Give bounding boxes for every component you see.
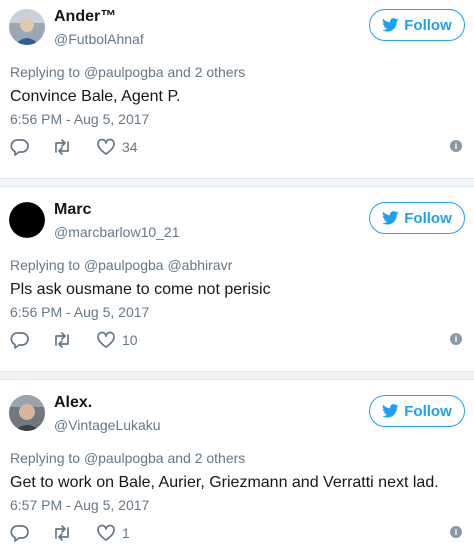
retweet-button[interactable] [52, 331, 72, 349]
twitter-bird-icon [382, 18, 399, 32]
reply-context: Replying to @paulpogba and 2 others [10, 450, 245, 466]
retweet-icon [55, 332, 69, 348]
reply-button[interactable] [10, 331, 30, 349]
avatar[interactable] [9, 202, 45, 238]
like-count: 10 [122, 332, 138, 348]
info-icon[interactable]: i [450, 526, 462, 538]
avatar[interactable] [9, 9, 45, 45]
follow-button[interactable]: Follow [369, 202, 465, 234]
heart-icon [97, 138, 115, 155]
info-icon[interactable]: i [450, 333, 462, 345]
retweet-button[interactable] [52, 138, 72, 156]
tweet-text: Convince Bale, Agent P. [10, 88, 181, 105]
divider [0, 371, 474, 380]
like-button[interactable]: 1 [96, 524, 130, 542]
twitter-bird-icon [382, 211, 399, 225]
reply-icon [10, 139, 29, 156]
reply-prefix: Replying to [10, 450, 81, 466]
tweet-actions: 34 i [10, 138, 470, 160]
reply-mention-link[interactable]: @paulpogba [84, 450, 164, 466]
reply-button[interactable] [10, 524, 30, 542]
avatar-black-icon [9, 202, 45, 238]
like-button[interactable]: 34 [96, 138, 138, 156]
like-button[interactable]: 10 [96, 331, 138, 349]
reply-prefix: Replying to [10, 64, 81, 80]
user-handle[interactable]: @VintageLukaku [54, 417, 161, 433]
reply-others-link[interactable]: and 2 others [167, 64, 245, 80]
reply-context: Replying to @paulpogba @abhiravr [10, 257, 232, 273]
tweet-timestamp[interactable]: 6:56 PM - Aug 5, 2017 [10, 304, 149, 320]
reply-mention-link-2[interactable]: @abhiravr [167, 257, 232, 273]
tweet-text: Pls ask ousmane to come not perisic [10, 281, 271, 298]
follow-button[interactable]: Follow [369, 9, 465, 41]
info-icon[interactable]: i [450, 140, 462, 152]
follow-label: Follow [404, 209, 452, 227]
follow-button[interactable]: Follow [369, 395, 465, 427]
tweet-actions: 10 i [10, 331, 470, 353]
reply-mention-link[interactable]: @paulpogba [84, 257, 164, 273]
reply-context: Replying to @paulpogba and 2 others [10, 64, 245, 80]
tweet-actions: 1 i [10, 524, 470, 546]
user-name[interactable]: Ander™ [54, 8, 116, 26]
twitter-bird-icon [382, 404, 399, 418]
tweet-timestamp[interactable]: 6:57 PM - Aug 5, 2017 [10, 497, 149, 513]
reply-button[interactable] [10, 138, 30, 156]
heart-icon [97, 331, 115, 348]
like-count: 1 [122, 525, 130, 541]
user-name[interactable]: Alex. [54, 394, 92, 412]
divider [0, 178, 474, 187]
user-name[interactable]: Marc [54, 201, 91, 219]
reply-prefix: Replying to [10, 257, 81, 273]
reply-others-link[interactable]: and 2 others [167, 450, 245, 466]
tweet-timestamp[interactable]: 6:56 PM - Aug 5, 2017 [10, 111, 149, 127]
follow-label: Follow [404, 402, 452, 420]
avatar-photo-icon [9, 9, 45, 45]
user-handle[interactable]: @FutbolAhnaf [54, 31, 144, 47]
retweet-icon [55, 139, 69, 155]
avatar-photo-icon [9, 395, 45, 431]
like-count: 34 [122, 139, 138, 155]
reply-icon [10, 332, 29, 349]
retweet-button[interactable] [52, 524, 72, 542]
avatar[interactable] [9, 395, 45, 431]
user-handle[interactable]: @marcbarlow10_21 [54, 224, 180, 240]
tweet-text: Get to work on Bale, Aurier, Griezmann a… [10, 474, 439, 491]
retweet-icon [55, 525, 69, 541]
reply-mention-link[interactable]: @paulpogba [84, 64, 164, 80]
follow-label: Follow [404, 16, 452, 34]
heart-icon [97, 524, 115, 541]
reply-icon [10, 525, 29, 542]
